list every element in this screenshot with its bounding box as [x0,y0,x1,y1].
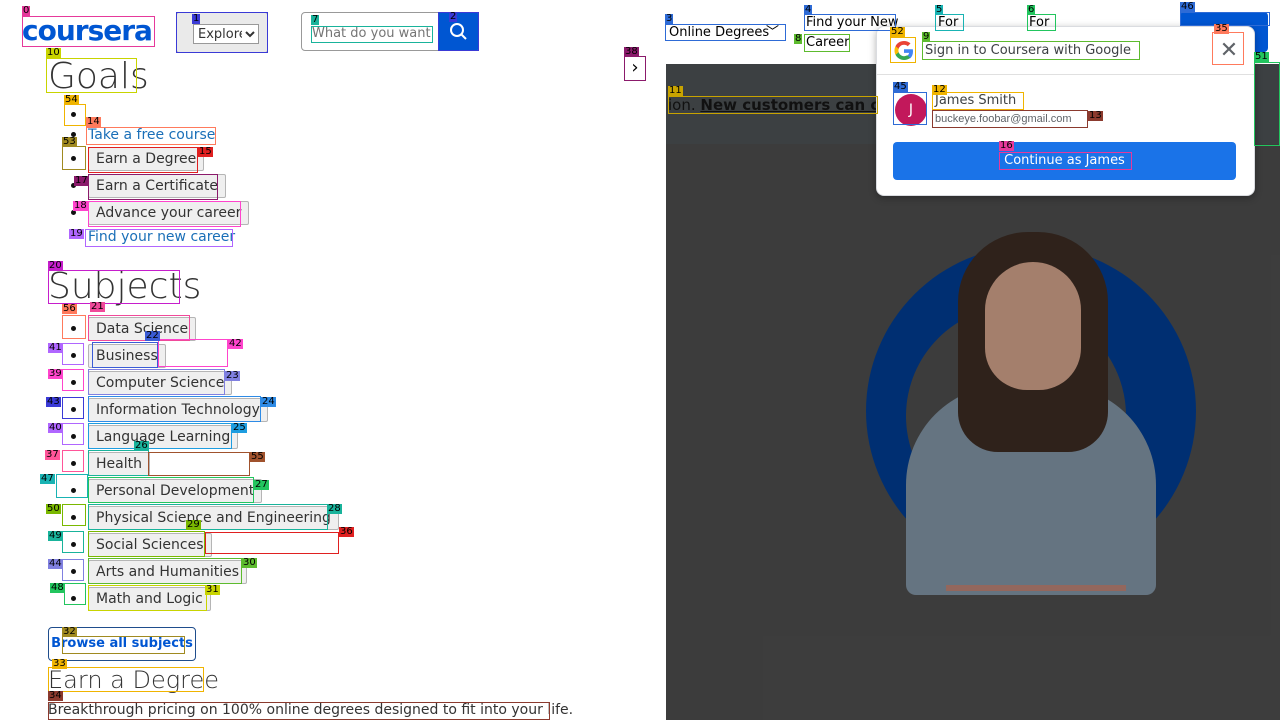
search-icon [450,23,467,40]
bullet [71,434,76,439]
annotation-label: 4 [804,4,813,15]
bullet [71,569,76,574]
subject-item[interactable]: Information Technology [88,398,268,422]
subject-item[interactable]: Business [88,344,166,368]
bullet [71,542,76,547]
subject-item[interactable]: Physical Science and Engineering [88,506,339,530]
announcement: ion. New customers can cla [668,96,878,114]
bullet [71,380,76,385]
goal-earn-degree[interactable]: Earn a Degree [88,147,205,171]
subject-item[interactable]: Personal Development [88,479,263,503]
google-icon [894,41,913,60]
bullet [71,461,76,466]
subject-item[interactable]: Computer Science [88,371,233,395]
chevron-down-icon: ﹀ [765,25,779,40]
goals-title: Goals [48,56,149,97]
annotation-label: 8 [794,33,803,44]
bullet [71,210,76,215]
goal-advance-career[interactable]: Advance your career [88,201,250,225]
bullet [71,183,76,188]
account-name[interactable]: James Smith [935,93,1016,108]
subject-item[interactable]: Arts and Humanities [88,560,248,584]
subject-item[interactable]: Math and Logic [88,587,211,611]
popup-title: Sign in to Coursera with Google [925,43,1132,58]
bullet [71,407,76,412]
goal-new-career[interactable]: Find your new career [88,229,235,245]
hero-person-skirt [946,585,1126,591]
hero-person-face [985,262,1081,390]
search-input[interactable] [312,24,432,42]
annotation-label: 51 [1254,51,1269,62]
earn-degree-title: Earn a Degree [48,666,220,694]
bullet [71,132,76,137]
subject-item[interactable]: Language Learning [88,425,239,449]
announcement-link[interactable]: New customers can cla [700,96,878,114]
continue-as-button[interactable]: Continue as James [893,142,1236,180]
bullet [71,326,76,331]
search-button[interactable] [438,12,479,51]
goal-earn-certificate[interactable]: Earn a Certificate [88,174,227,198]
google-signin-popup: Sign in to Coursera with Google ✕ J Jame… [876,26,1255,196]
subject-item[interactable]: Social Sciences [88,533,212,557]
coursera-logo[interactable]: coursera [22,16,155,47]
subject-item[interactable]: Data Science [88,317,197,341]
explore-select[interactable]: Explore [193,24,259,44]
browse-all-subjects-button[interactable]: Browse all subjects [48,627,196,661]
subject-item[interactable]: Health [88,452,150,476]
bullet [71,156,76,161]
annotation-label: 3 [665,13,674,24]
explore-menu[interactable]: Explore [176,12,268,53]
bullet [71,112,76,117]
divider [877,74,1254,75]
bullet [71,488,76,493]
online-degrees-label: Online Degrees [669,25,770,40]
annotation-label: 5 [935,4,944,15]
goal-free-course[interactable]: Take a free course [88,127,215,143]
bullet [71,515,76,520]
chevron-right-icon[interactable]: › [624,56,646,81]
subjects-title: Subjects [48,266,202,307]
account-email[interactable]: buckeye.foobar@gmail.com [935,113,1072,125]
nav-career[interactable]: Career [806,35,850,50]
annotation-label: 46 [1180,1,1195,12]
search-box[interactable] [301,12,439,51]
earn-degree-description: Breakthrough pricing on 100% online degr… [48,702,574,718]
bullet [71,353,76,358]
annotation-label: 6 [1027,4,1036,15]
avatar[interactable]: J [895,94,927,126]
bullet [71,596,76,601]
online-degrees-dropdown[interactable]: Online Degrees ﹀ [665,24,786,41]
close-icon[interactable]: ✕ [1215,37,1243,65]
